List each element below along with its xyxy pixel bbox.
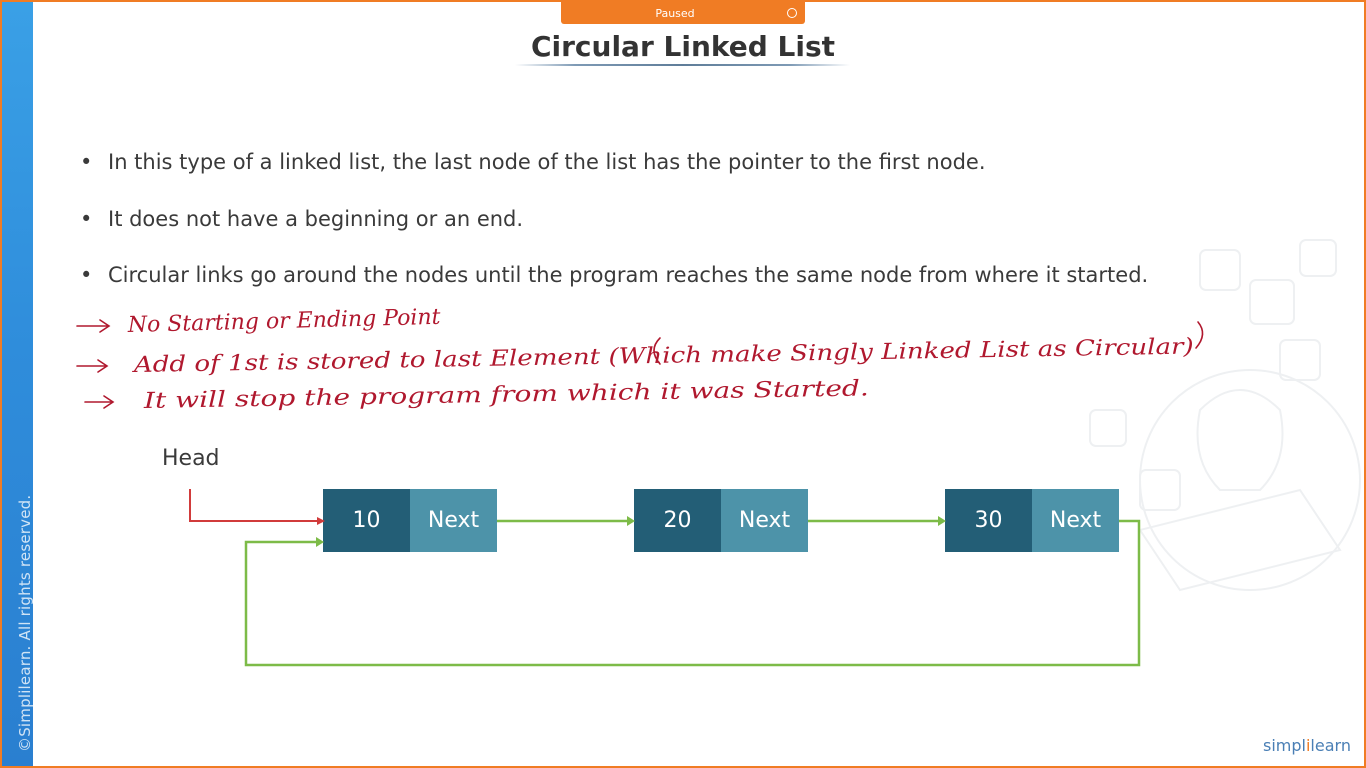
arrowhead-icon xyxy=(317,517,325,525)
loop-back-arrow xyxy=(244,519,1141,667)
arrowhead-icon xyxy=(627,516,635,526)
arrowhead-icon xyxy=(316,537,324,547)
diagram-connectors xyxy=(189,489,1141,667)
arrowhead-icon xyxy=(938,516,946,526)
head-pointer-arrow xyxy=(189,489,317,522)
simplilearn-logo: simplilearn xyxy=(1263,736,1351,755)
